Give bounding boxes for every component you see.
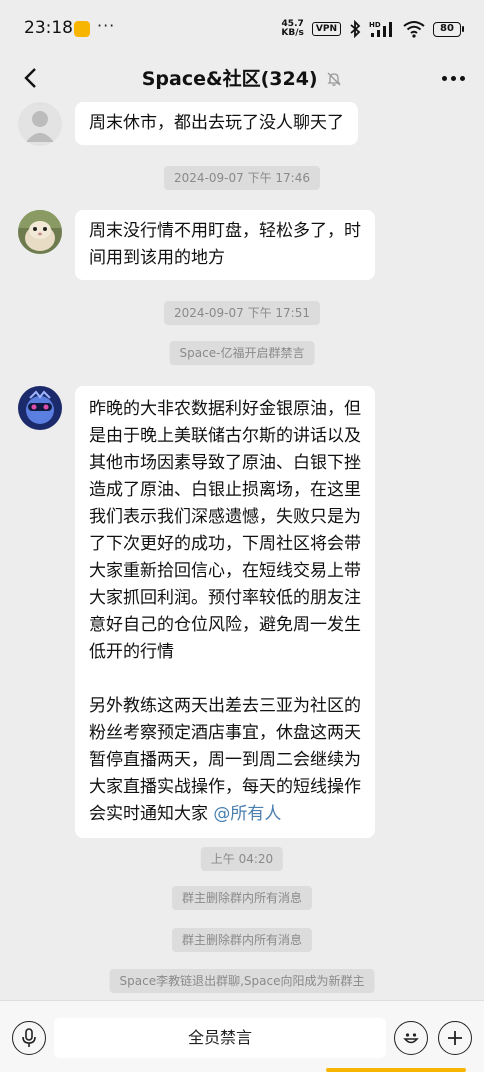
chat-title: Space&社区(324) <box>80 64 404 91</box>
group-name: Space&社区(324) <box>141 68 318 90</box>
battery-cap <box>462 26 464 32</box>
message-line: 了下次更好的成功，下周社区将会带 <box>89 534 361 554</box>
message-line: 我们表示我们深感遗憾，失败只是为 <box>89 507 361 527</box>
avatar-hamster[interactable] <box>18 210 62 254</box>
battery-level: 80 <box>433 21 461 37</box>
message-line: 昨晚的大非农数据利好金银原油，但 <box>89 399 361 419</box>
status-icons: 45.7 KB/s VPN HD 80 <box>281 16 464 42</box>
message-line: 其他市场因素导致了原油、白银下挫 <box>89 453 361 473</box>
message-line: 意好自己的仓位风险，避免周一发生 <box>89 615 361 635</box>
message-line: 大家抓回利润。预付率较低的朋友注 <box>89 588 361 608</box>
voice-button[interactable] <box>12 1021 46 1055</box>
message-line: 粉丝考察预定酒店事宜，休盘这两天 <box>89 723 361 743</box>
system-notice: Space李教链退出群聊,Space向阳成为新群主 <box>109 969 375 993</box>
plus-icon <box>448 1031 462 1045</box>
message-bubble[interactable]: 周末没行情不用盯盘，轻松多了，时 间用到该用的地方 <box>75 210 375 280</box>
network-speed-unit: KB/s <box>281 28 304 38</box>
avatar-default-user[interactable] <box>18 102 62 146</box>
system-notice: 群主删除群内所有消息 <box>171 928 313 952</box>
wifi-icon <box>403 21 425 38</box>
system-timestamp: 上午 04:20 <box>200 847 284 871</box>
bottom-accent-bar <box>326 1068 466 1072</box>
chat-message-list[interactable]: 周末休市，都出去玩了没人聊天了 2024-09-07 下午 17:46 周末没行… <box>0 100 484 1000</box>
more-dots-icon[interactable] <box>436 62 470 94</box>
status-more-dots: ··· <box>97 16 116 35</box>
vpn-badge: VPN <box>311 22 341 36</box>
system-notice: Space-亿福开启群禁言 <box>169 341 315 365</box>
system-timestamp: 2024-09-07 下午 17:46 <box>164 166 320 190</box>
microphone-icon <box>22 1028 36 1047</box>
mention-all[interactable]: @所有人 <box>213 804 281 824</box>
message-line: 另外教练这两天出差去三亚为社区的 <box>89 696 361 716</box>
emoji-button[interactable] <box>394 1021 428 1055</box>
status-bar: 23:18 ··· 45.7 KB/s VPN HD 80 <box>0 0 484 56</box>
message-line: 是由于晚上美联储古尔斯的讲话以及 <box>89 426 361 446</box>
back-button[interactable] <box>12 60 48 96</box>
input-bar: 全员禁言 <box>0 1000 484 1072</box>
muted-input-box: 全员禁言 <box>54 1018 386 1058</box>
svg-text:HD: HD <box>369 21 381 29</box>
avatar-blue-character[interactable] <box>18 386 62 430</box>
message-bubble[interactable]: 周末休市，都出去玩了没人聊天了 <box>75 102 358 145</box>
bluetooth-icon <box>350 20 361 38</box>
cellular-signal-icon: HD <box>369 21 392 37</box>
system-notice: 群主删除群内所有消息 <box>171 886 313 910</box>
message-text: 会实时通知大家 <box>89 804 214 824</box>
message-line: 间用到该用的地方 <box>89 248 225 268</box>
message-bubble[interactable]: 昨晚的大非农数据利好金银原油，但 是由于晚上美联储古尔斯的讲话以及 其他市场因素… <box>75 386 375 838</box>
add-button[interactable] <box>438 1021 472 1055</box>
message-line: 低开的行情 <box>89 642 174 662</box>
message-line: 大家重新拾回信心，在短线交易上带 <box>89 561 361 581</box>
chat-header: Space&社区(324) <box>0 56 484 100</box>
message-line: 暂停直播两天，周一到周二会继续为 <box>89 750 361 770</box>
network-speed: 45.7 KB/s <box>281 20 303 38</box>
message-line: 周末没行情不用盯盘，轻松多了，时 <box>89 221 361 241</box>
message-line: 造成了原油、白银止损离场，在这里 <box>89 480 361 500</box>
battery-indicator: 80 <box>433 21 464 37</box>
chevron-left-icon <box>24 68 36 88</box>
message-line: 周末休市，都出去玩了没人聊天了 <box>89 113 344 133</box>
message-line: 大家直播实战操作，每天的短线操作 <box>89 777 361 797</box>
notification-app-icon <box>74 21 90 37</box>
message-line-last: 会实时通知大家 @所有人 <box>89 801 361 828</box>
system-timestamp: 2024-09-07 下午 17:51 <box>164 301 320 325</box>
emoji-icon <box>403 1033 419 1044</box>
bell-off-icon <box>327 72 341 86</box>
status-time: 23:18 <box>24 18 73 38</box>
